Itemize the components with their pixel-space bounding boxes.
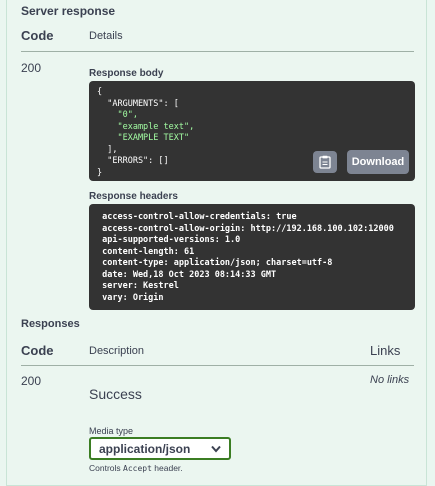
response-description: Success <box>89 386 142 402</box>
response-headers-code[interactable]: access-control-allow-credentials: true a… <box>89 204 415 310</box>
header-divider <box>21 51 414 52</box>
response-header-line: server: Kestrel <box>97 281 179 291</box>
server-response-code-header: Code <box>21 28 54 43</box>
response-header-line: content-type: application/json; charset=… <box>97 258 333 268</box>
response-header-line: content-length: 61 <box>97 246 195 257</box>
controls-accept-note: Controls Accept header. <box>89 463 183 473</box>
response-header-line: date: Wed,18 Oct 2023 08:14:33 GMT <box>97 269 277 280</box>
response-body-label: Response body <box>89 68 164 79</box>
responses-code: 200 <box>21 374 42 388</box>
response-body-line: "example text", <box>97 121 195 132</box>
responses-code-header: Code <box>21 343 54 358</box>
clipboard-icon <box>319 155 331 169</box>
server-response-code: 200 <box>21 61 42 75</box>
response-body-line: "0", <box>97 110 138 120</box>
media-type-value: application/json <box>99 441 191 456</box>
response-header-line: access-control-allow-credentials: true <box>97 212 297 222</box>
server-response-title: Server response <box>21 4 116 18</box>
responses-title: Responses <box>21 318 80 330</box>
response-headers-label: Response headers <box>89 191 178 202</box>
media-type-select[interactable]: application/json <box>89 437 231 460</box>
responses-links-header: Links <box>370 343 401 358</box>
media-type-label: Media type <box>89 426 134 436</box>
responses-header-divider <box>21 365 414 366</box>
response-body-line: { <box>97 87 103 97</box>
response-body-line: "ARGUMENTS": [ <box>97 98 179 109</box>
server-response-details-header: Details <box>89 30 123 42</box>
response-header-line: access-control-allow-origin: http://192.… <box>97 223 394 234</box>
response-header-line: vary: Origin <box>97 292 164 303</box>
responses-links-value: No links <box>370 374 410 386</box>
response-header-line: api-supported-versions: 1.0 <box>97 235 241 245</box>
copy-to-clipboard-button[interactable] <box>313 151 337 173</box>
response-body-line: "EXAMPLE TEXT" <box>97 133 190 143</box>
download-button[interactable]: Download <box>347 150 409 174</box>
responses-panel: Server response Code Details 200 Respons… <box>6 0 427 486</box>
responses-description-header: Description <box>89 345 145 357</box>
chevron-down-icon <box>211 445 221 453</box>
